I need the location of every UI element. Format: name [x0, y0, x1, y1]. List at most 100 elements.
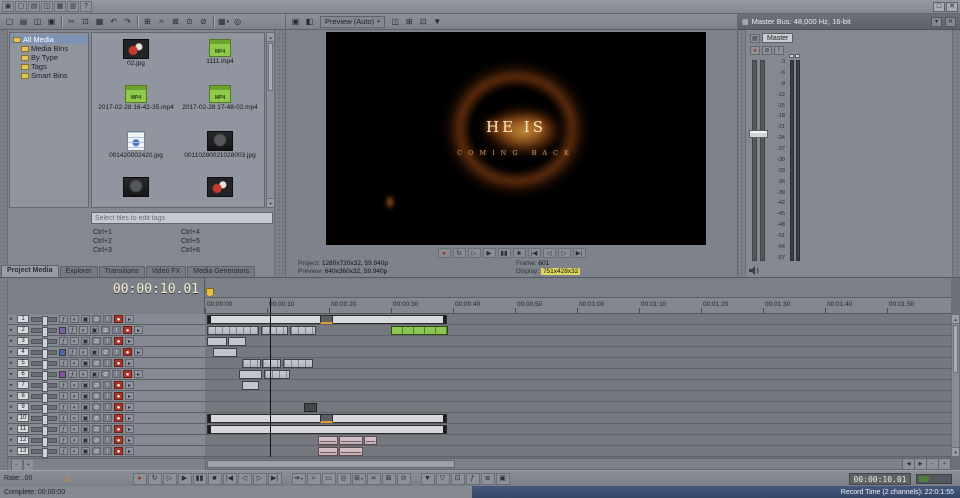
- track-fx-icon[interactable]: ƒ: [68, 348, 77, 356]
- compositing-mode-icon[interactable]: ▣: [81, 403, 90, 411]
- selection-edit-tool-button[interactable]: ▭: [321, 472, 336, 485]
- track-level-slider[interactable]: [31, 370, 57, 381]
- dock-button[interactable]: ▾: [931, 16, 942, 27]
- fader-handle[interactable]: [749, 130, 768, 138]
- tab-project-media[interactable]: Project Media: [1, 265, 59, 277]
- go-to-start-button[interactable]: |◀: [527, 248, 541, 258]
- close-button[interactable]: ✕: [946, 1, 958, 12]
- track-header[interactable]: ▸ 3 ƒ ◐ ▣ ⊘! ● ▸: [8, 336, 205, 348]
- track-fx-icon[interactable]: ƒ: [59, 315, 68, 323]
- mute-button[interactable]: ⊘: [92, 381, 101, 389]
- mute-button[interactable]: ⊘: [92, 447, 101, 455]
- expand-icon[interactable]: ▸: [10, 314, 15, 324]
- ignore-grouping-button[interactable]: ⊘: [197, 15, 210, 28]
- loop-playback-button[interactable]: ↻: [147, 472, 162, 485]
- tab-media-generators[interactable]: Media Generators: [187, 266, 256, 277]
- track-motion-icon[interactable]: ◐: [70, 425, 79, 433]
- track-header[interactable]: ▸ 9 ƒ ◐ ▣ ⊘! ● ▸: [8, 402, 205, 414]
- solo-button[interactable]: !: [103, 392, 112, 400]
- compositing-mode-icon[interactable]: ▣: [90, 370, 99, 378]
- expand-icon[interactable]: ▸: [10, 413, 15, 423]
- hscroll-thumb[interactable]: [207, 460, 455, 468]
- track-header[interactable]: ▸ 5 ƒ ◐ ▣ ⊘! ● ▸: [8, 358, 205, 370]
- time-ruler[interactable]: 00:00:00 00:00:10 00:00:20 00:00:30 00:00:40…: [205, 298, 951, 314]
- normal-edit-tool-button[interactable]: ➔▾: [291, 472, 306, 485]
- play-button[interactable]: ▶: [177, 472, 192, 485]
- expand-icon[interactable]: ▸: [10, 336, 15, 346]
- media-item[interactable]: MP4 2017-02-28 17-48-02.mp4: [178, 83, 262, 129]
- tree-item-by-type[interactable]: By Type: [10, 53, 88, 62]
- track-level-slider[interactable]: [31, 348, 57, 359]
- zoom-tool-button[interactable]: ◎: [231, 15, 244, 28]
- track-lane[interactable]: [205, 380, 951, 391]
- volume-fader-left[interactable]: [752, 60, 757, 261]
- timeline-clip[interactable]: [318, 436, 338, 445]
- go-to-end-button[interactable]: ▶|: [572, 248, 586, 258]
- mixer-button[interactable]: ≣: [480, 472, 495, 485]
- compositing-mode-icon[interactable]: ▣: [81, 381, 90, 389]
- solo-button[interactable]: !: [103, 315, 112, 323]
- render-icon[interactable]: ▦: [54, 1, 66, 12]
- timeline-clip[interactable]: [242, 359, 261, 368]
- more-options-icon[interactable]: ▸: [125, 359, 134, 367]
- expand-icon[interactable]: ▸: [10, 402, 15, 412]
- track-motion-icon[interactable]: ◐: [79, 370, 88, 378]
- cursor-position-display[interactable]: 00:00:10.01: [849, 472, 911, 485]
- media-preview-splitter[interactable]: [274, 30, 285, 277]
- timeline-clip[interactable]: [261, 326, 288, 335]
- expand-icon[interactable]: ▸: [10, 369, 15, 379]
- help-icon[interactable]: ?: [80, 1, 92, 12]
- loop-playback-button[interactable]: ↻: [452, 248, 466, 258]
- media-item[interactable]: 02.jpg: [94, 37, 178, 83]
- play-from-start-button[interactable]: ▷: [162, 472, 177, 485]
- track-header[interactable]: ▸ 11 ƒ ◐ ▣ ⊘! ● ▸: [8, 424, 205, 436]
- track-motion-icon[interactable]: ◐: [70, 403, 79, 411]
- track-motion-icon[interactable]: ◐: [70, 447, 79, 455]
- more-options-icon[interactable]: ▸: [125, 447, 134, 455]
- mute-button[interactable]: ⊘: [92, 403, 101, 411]
- track-level-slider[interactable]: [31, 337, 57, 348]
- event-pan-crop-button[interactable]: ⊡: [450, 472, 465, 485]
- track-fx-icon[interactable]: ƒ: [59, 392, 68, 400]
- left-edge-splitter[interactable]: [0, 278, 8, 471]
- more-options-icon[interactable]: ▸: [125, 425, 134, 433]
- timeline-vscrollbar[interactable]: ▲ ▼: [951, 314, 960, 457]
- compositing-mode-icon[interactable]: ▣: [81, 447, 90, 455]
- restore-button[interactable]: □: [933, 1, 945, 12]
- current-time-display[interactable]: 00:00:10.01: [113, 282, 199, 297]
- arm-record-button[interactable]: ●: [114, 403, 123, 411]
- hscroll-track[interactable]: [456, 459, 902, 469]
- shortcut-item[interactable]: Ctrl+1: [93, 228, 181, 237]
- arm-record-button[interactable]: ●: [114, 425, 123, 433]
- arm-record-button[interactable]: ●: [114, 381, 123, 389]
- track-fx-icon[interactable]: ƒ: [59, 403, 68, 411]
- media-item[interactable]: MP4 1111.mp4: [178, 37, 262, 83]
- copy-button[interactable]: ⊡: [79, 15, 92, 28]
- tool-selector-dropdown[interactable]: ▦ ▾: [217, 15, 230, 28]
- track-motion-icon[interactable]: ◐: [79, 326, 88, 334]
- arm-record-button[interactable]: ●: [114, 359, 123, 367]
- mute-button[interactable]: ⊘: [92, 359, 101, 367]
- auto-ripple-button[interactable]: ⊠: [381, 472, 396, 485]
- mute-bus-button[interactable]: ⊘: [762, 46, 772, 55]
- project-properties-button[interactable]: ▣: [45, 15, 58, 28]
- stop-button[interactable]: ■: [512, 248, 526, 258]
- solo-button[interactable]: !: [103, 414, 112, 422]
- timeline-clip[interactable]: [283, 359, 313, 368]
- scrollbar-track[interactable]: [267, 92, 274, 198]
- media-item[interactable]: [94, 175, 178, 207]
- bus-properties-icon[interactable]: ▤: [750, 33, 760, 43]
- tab-video-fx[interactable]: Video FX: [145, 266, 187, 277]
- master-splitter[interactable]: [738, 30, 746, 277]
- shortcut-item[interactable]: Ctrl+3: [93, 246, 181, 255]
- compositing-mode-icon[interactable]: ▣: [81, 337, 90, 345]
- timeline-clip[interactable]: [207, 425, 447, 434]
- track-level-slider[interactable]: [31, 425, 57, 436]
- timeline-clip[interactable]: [339, 447, 363, 456]
- expand-icon[interactable]: ▸: [10, 347, 15, 357]
- shortcut-item[interactable]: Ctrl+2: [93, 237, 181, 246]
- stop-button[interactable]: ■: [207, 472, 222, 485]
- mute-button[interactable]: ⊘: [92, 392, 101, 400]
- marker-icon[interactable]: [206, 288, 214, 297]
- more-options-icon[interactable]: ▸: [125, 403, 134, 411]
